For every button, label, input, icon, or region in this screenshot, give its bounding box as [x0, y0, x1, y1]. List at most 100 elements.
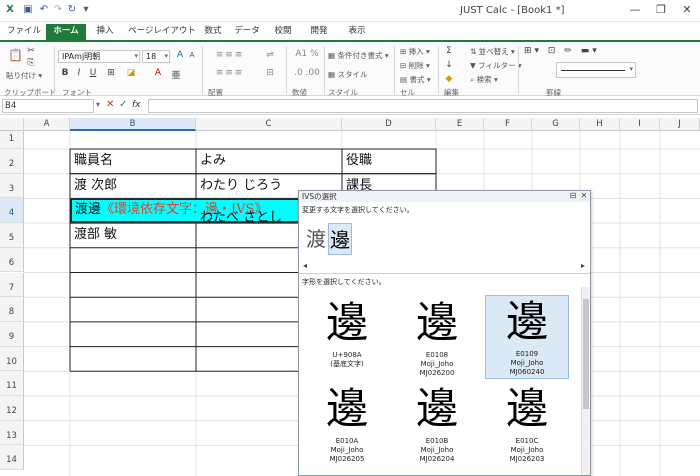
glyph-option-6[interactable]: 邊 E010C Moji_Joho MJ026203 — [485, 383, 569, 464]
style-button[interactable]: ▦ スタイル — [328, 69, 367, 80]
row-header-2[interactable]: 2 — [0, 149, 24, 174]
column-header-b[interactable]: B — [70, 118, 196, 131]
border-tools-icons[interactable]: ⊞▾ ⊡ ✏ ▬▾ — [524, 46, 604, 56]
cell-b5[interactable]: 渡部 敏 — [71, 225, 195, 247]
tab-data[interactable]: データ — [232, 24, 262, 40]
dialog-close-icon[interactable]: ✕ — [579, 191, 589, 201]
insert-cell-button[interactable]: ⊞ 挿入 ▾ — [400, 46, 430, 57]
clipboard-icon[interactable]: 📋 — [8, 48, 23, 62]
column-header-c[interactable]: C — [196, 118, 342, 131]
underline-icon[interactable]: U — [88, 68, 98, 78]
tab-view[interactable]: 表示 — [344, 24, 370, 40]
row-header-4[interactable]: 4 — [0, 198, 24, 224]
tab-home[interactable]: ホーム — [46, 24, 86, 40]
align-top-icons[interactable]: ≡≡≡ — [210, 50, 250, 60]
filter-button[interactable]: ▼ フィルター ▾ — [470, 60, 522, 71]
delete-cell-button[interactable]: ⊟ 削除 ▾ — [400, 60, 430, 71]
select-all-corner[interactable] — [0, 118, 24, 131]
tab-insert[interactable]: 挿入 — [90, 24, 120, 40]
row-header-9[interactable]: 9 — [0, 321, 24, 347]
undo-icon[interactable]: ↶ — [38, 4, 50, 16]
decimal-icon[interactable]: .0 .00 — [292, 68, 322, 78]
column-header-i[interactable]: I — [620, 118, 660, 131]
italic-icon[interactable]: I — [74, 68, 84, 78]
glyph-option-1[interactable]: 邊 U+908A (基底文字) — [305, 297, 389, 369]
row-header-8[interactable]: 8 — [0, 297, 24, 322]
merge-icon[interactable]: ⊟ — [262, 68, 278, 78]
glyph-option-2[interactable]: 邊 E0108 Moji_Joho MJ026200 — [395, 297, 479, 378]
close-icon[interactable]: ✕ — [674, 0, 700, 20]
font-color-icon[interactable]: A — [152, 68, 164, 78]
enter-icon[interactable]: ✓ — [119, 99, 127, 110]
glyph-option-4[interactable]: 邊 E010A Moji_Joho MJ026205 — [305, 383, 389, 464]
bold-icon[interactable]: B — [60, 68, 70, 78]
cell-b3[interactable]: 渡 次郎 — [71, 176, 195, 198]
quick-access-dropdown-icon[interactable]: ▾ — [80, 4, 92, 16]
minimize-icon[interactable]: — — [622, 0, 648, 20]
column-header-a[interactable]: A — [24, 118, 70, 131]
font-name-select[interactable]: IPAmj明朝 ▾ — [58, 50, 140, 63]
fx-icon[interactable]: fx — [132, 100, 141, 110]
find-button[interactable]: ⌕ 検索 ▾ — [470, 74, 498, 85]
column-header-g[interactable]: G — [532, 118, 580, 131]
tab-formulas[interactable]: 数式 — [200, 24, 226, 40]
cell-c2[interactable]: よみ — [197, 151, 341, 173]
column-header-d[interactable]: D — [342, 118, 436, 131]
restore-icon[interactable]: ❐ — [648, 0, 674, 20]
cancel-icon[interactable]: ✕ — [106, 99, 114, 110]
tab-file[interactable]: ファイル — [4, 24, 44, 40]
phonetic-icon[interactable]: 亜 — [170, 68, 182, 81]
row-header-7[interactable]: 7 — [0, 272, 24, 298]
name-box[interactable]: B4 — [2, 99, 94, 113]
char-option-wata[interactable]: 渡 — [305, 223, 327, 255]
row-header-13[interactable]: 13 — [0, 420, 24, 446]
fill-icon[interactable]: ↓ — [444, 60, 454, 70]
tab-developer[interactable]: 開発 — [306, 24, 332, 40]
char-option-hen[interactable]: 邊 — [328, 223, 352, 255]
conditional-format-button[interactable]: ▦ 条件付き書式 ▾ — [328, 50, 389, 61]
row-header-6[interactable]: 6 — [0, 247, 24, 273]
glyph-scrollbar-thumb[interactable] — [583, 299, 589, 409]
sort-button[interactable]: ⇅ 並べ替え ▾ — [470, 46, 515, 57]
row-header-1[interactable]: 1 — [0, 131, 24, 149]
cell-b2[interactable]: 職員名 — [71, 151, 195, 173]
row-header-5[interactable]: 5 — [0, 223, 24, 248]
namebox-dropdown-icon[interactable]: ▾ — [96, 100, 100, 109]
scroll-left-icon[interactable]: ◂ — [300, 261, 310, 271]
formula-input[interactable] — [148, 99, 698, 113]
wrap-text-icon[interactable]: ⇌ — [262, 50, 278, 60]
column-header-h[interactable]: H — [580, 118, 620, 131]
scroll-right-icon[interactable]: ▸ — [578, 261, 588, 271]
decrease-font-icon[interactable]: A — [186, 51, 198, 59]
format-cell-button[interactable]: ▤ 書式 ▾ — [400, 74, 431, 85]
sum-icon[interactable]: Σ — [444, 46, 454, 56]
row-header-3[interactable]: 3 — [0, 173, 24, 199]
cell-d2[interactable]: 役職 — [343, 151, 435, 173]
save-icon[interactable]: ▣ — [22, 4, 34, 16]
column-header-j[interactable]: J — [660, 118, 700, 131]
redo-icon[interactable]: ↷ — [52, 4, 64, 16]
glyph-option-3[interactable]: 邊 E0109 Moji_Joho MJ060240 — [485, 295, 569, 379]
dialog-minimize-icon[interactable]: ⊟ — [568, 191, 578, 201]
row-header-10[interactable]: 10 — [0, 346, 24, 372]
column-header-e[interactable]: E — [436, 118, 484, 131]
row-header-11[interactable]: 11 — [0, 371, 24, 396]
row-header-12[interactable]: 12 — [0, 396, 24, 421]
glyph-scrollbar[interactable] — [581, 287, 590, 475]
row-header-14[interactable]: 14 — [0, 445, 24, 471]
clear-icon[interactable]: ◆ — [444, 74, 454, 84]
align-left-icons[interactable]: ≡≡≡ — [210, 68, 250, 78]
cell-c5[interactable]: わたべ さとし — [197, 210, 297, 246]
column-header-f[interactable]: F — [484, 118, 532, 131]
paste-button[interactable]: 貼り付け ▾ — [6, 70, 42, 81]
refresh-icon[interactable]: ↻ — [66, 4, 78, 16]
increase-font-icon[interactable]: A — [174, 50, 186, 60]
border-icon[interactable]: ⊞ — [104, 68, 118, 78]
tab-page-layout[interactable]: ページレイアウト — [126, 24, 198, 40]
line-style-select[interactable]: ▾ — [556, 62, 636, 78]
copy-icon[interactable]: ⎘ — [26, 58, 36, 68]
cut-icon[interactable]: ✂ — [26, 46, 36, 56]
font-size-select[interactable]: 18 ▾ — [142, 50, 170, 63]
number-format-icon[interactable]: A1 % — [292, 49, 322, 59]
fill-color-icon[interactable]: ◪ — [124, 68, 138, 78]
